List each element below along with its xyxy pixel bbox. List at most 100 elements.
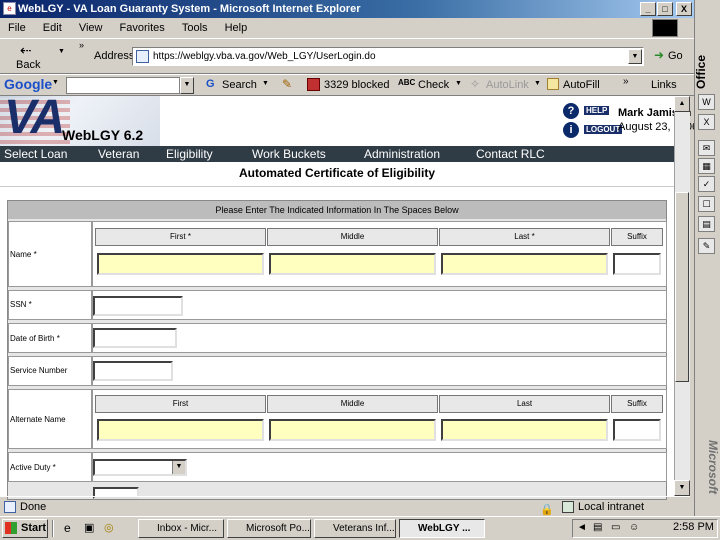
alt-suffix-input[interactable] <box>613 419 661 441</box>
alt-last-header: Last <box>439 395 610 413</box>
security-zone: Local intranet <box>578 501 645 513</box>
back-button[interactable]: ⇠ Back ▼ <box>6 42 66 72</box>
network-icon[interactable]: ▤ <box>593 522 602 533</box>
go-button[interactable]: Go <box>668 50 683 62</box>
help-icon[interactable]: ? <box>563 103 579 119</box>
scroll-down-icon[interactable]: ▼ <box>674 480 690 496</box>
suffix-input[interactable] <box>613 253 661 275</box>
main-navigation: Select Loan Veteran Eligibility Work Buc… <box>0 146 674 162</box>
office-contacts-icon[interactable]: ☐ <box>698 196 715 212</box>
office-calendar-icon[interactable]: ▦ <box>698 158 715 174</box>
help-link[interactable]: HELP <box>584 106 610 115</box>
middle-name-header: Middle <box>267 228 438 246</box>
nav-eligibility[interactable]: Eligibility <box>166 146 213 162</box>
office-excel-icon[interactable]: X <box>698 114 715 130</box>
task-inbox[interactable]: Inbox - Micr... <box>138 519 224 538</box>
minimize-button[interactable]: _ <box>640 2 656 16</box>
menu-help[interactable]: Help <box>225 22 248 34</box>
middle-name-input[interactable] <box>269 253 436 275</box>
spellcheck-button[interactable]: Check <box>418 79 449 91</box>
office-mail-icon[interactable]: ✉ <box>698 140 715 156</box>
office-title: Office <box>694 55 708 90</box>
address-input[interactable]: https://weblgy.vba.va.gov/Web_LGY/UserLo… <box>132 47 644 66</box>
alt-first-name-input[interactable] <box>97 419 264 441</box>
nav-contact-rlc[interactable]: Contact RLC <box>476 146 545 162</box>
office-tasks-icon[interactable]: ✓ <box>698 176 715 192</box>
back-arrow-icon: ⇠ <box>20 42 32 58</box>
search-dropdown-icon[interactable]: ▼ <box>262 80 269 87</box>
dob-label: Date of Birth * <box>10 334 60 343</box>
menu-favorites[interactable]: Favorites <box>120 22 165 34</box>
active-duty-select[interactable]: ▼ <box>93 459 187 476</box>
dob-input[interactable] <box>93 328 177 348</box>
google-search-input[interactable] <box>66 77 180 94</box>
office-notes-icon[interactable]: ✎ <box>698 238 715 254</box>
messenger-icon[interactable]: ☺ <box>629 522 639 533</box>
autolink-dropdown-icon[interactable]: ▼ <box>534 80 541 87</box>
service-number-field-cell <box>92 356 667 386</box>
printer-icon[interactable]: ▭ <box>611 522 620 533</box>
intranet-icon <box>562 501 574 513</box>
last-name-input[interactable] <box>441 253 608 275</box>
autolink-button[interactable]: AutoLink <box>486 79 529 91</box>
task-weblgy[interactable]: WebLGY ... <box>399 519 485 538</box>
google-search-button[interactable]: Search <box>222 79 257 91</box>
office-journal-icon[interactable]: ▤ <box>698 216 715 232</box>
page-icon <box>136 50 149 63</box>
address-label: Address <box>94 50 135 62</box>
menu-edit[interactable]: Edit <box>43 22 62 34</box>
service-number-input[interactable] <box>93 361 173 381</box>
office-word-icon[interactable]: W <box>698 94 715 110</box>
window-title: WebLGY - VA Loan Guaranty System - Micro… <box>18 3 361 15</box>
alt-middle-name-input[interactable] <box>269 419 436 441</box>
menu-view[interactable]: View <box>79 22 103 34</box>
clock[interactable]: 2:58 PM <box>673 521 714 533</box>
logout-link[interactable]: LOGOUT <box>584 125 623 134</box>
logout-icon[interactable]: i <box>563 122 579 138</box>
name-label: Name * <box>10 250 37 259</box>
address-dropdown-icon[interactable]: ▼ <box>628 49 642 64</box>
scroll-thumb[interactable] <box>675 192 689 382</box>
popup-blocked-count[interactable]: 3329 blocked <box>324 79 389 91</box>
google-search-dropdown-icon[interactable]: ▼ <box>180 77 194 94</box>
first-name-input[interactable] <box>97 253 264 275</box>
menu-tools[interactable]: Tools <box>182 22 208 34</box>
pagerank-icon[interactable]: ✎ <box>282 77 292 91</box>
nav-select-loan[interactable]: Select Loan <box>4 146 67 162</box>
ssn-input[interactable] <box>93 296 183 316</box>
active-duty-dropdown-icon[interactable]: ▼ <box>172 461 185 474</box>
nav-administration[interactable]: Administration <box>364 146 440 162</box>
alt-suffix-header: Suffix <box>611 395 663 413</box>
ssn-label: SSN * <box>10 300 32 309</box>
task-veterans-info[interactable]: Veterans Inf... <box>314 519 396 538</box>
ie-icon[interactable]: e <box>3 2 16 15</box>
scroll-up-icon[interactable]: ▲ <box>674 96 690 112</box>
menu-file[interactable]: File <box>8 22 26 34</box>
close-button[interactable]: X <box>676 2 692 16</box>
toolbar-chevron-icon[interactable]: » <box>79 40 84 50</box>
maximize-button[interactable]: □ <box>657 2 673 16</box>
toolbar-more-chevron-icon[interactable]: » <box>623 76 629 87</box>
quicklaunch-ie-icon[interactable]: e <box>64 521 71 535</box>
quicklaunch-outlook-icon[interactable]: ◎ <box>104 521 114 534</box>
google-g-icon: G <box>206 78 215 90</box>
links-button[interactable]: Links <box>651 79 677 91</box>
check-dropdown-icon[interactable]: ▼ <box>455 80 462 87</box>
service-number-label: Service Number <box>10 366 68 375</box>
volume-icon[interactable]: ◄ <box>577 522 587 533</box>
nav-work-buckets[interactable]: Work Buckets <box>252 146 326 162</box>
back-dropdown-icon[interactable]: ▼ <box>58 48 65 55</box>
alt-last-name-input[interactable] <box>441 419 608 441</box>
google-menu-dropdown-icon[interactable]: ▼ <box>52 79 59 86</box>
nav-veteran[interactable]: Veteran <box>98 146 139 162</box>
autofill-button[interactable]: AutoFill <box>563 79 600 91</box>
task-powerpoint[interactable]: Microsoft Po... <box>227 519 311 538</box>
go-arrow-icon[interactable]: ➜ <box>654 48 664 62</box>
last-name-header: Last * <box>439 228 610 246</box>
status-bar: Done 🔒 Local intranet <box>0 496 690 516</box>
quicklaunch-desktop-icon[interactable]: ▣ <box>84 521 94 534</box>
suffix-header: Suffix <box>611 228 663 246</box>
title-divider <box>0 186 674 187</box>
window-title-bar[interactable]: WebLGY - VA Loan Guaranty System - Micro… <box>0 0 694 18</box>
popup-blocker-icon <box>307 78 320 91</box>
